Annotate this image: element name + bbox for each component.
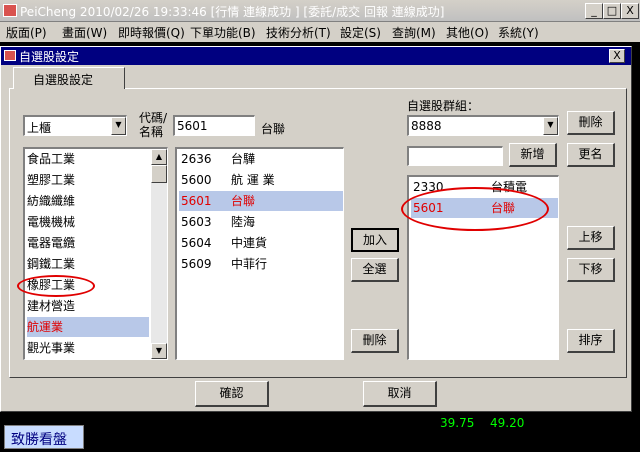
stock-name: 陸海 <box>231 215 256 229</box>
dialog-close-button[interactable]: X <box>609 49 625 63</box>
stock-code: 2330 <box>413 180 444 194</box>
table-row-selected[interactable]: 5601 台聯 <box>179 191 343 211</box>
scroll-down-icon[interactable]: ▼ <box>151 343 167 359</box>
stock-name: 台積電 <box>491 180 528 194</box>
ok-button[interactable]: 確認 <box>195 381 269 407</box>
stock-code: 2636 <box>181 152 212 166</box>
stock-code: 5601 <box>413 201 444 215</box>
bottom-tab-label: 致勝看盤 <box>11 432 67 448</box>
code-input[interactable]: 5601 <box>173 115 255 136</box>
app-icon <box>3 4 17 17</box>
stock-name: 台驊 <box>231 152 256 166</box>
minimize-button[interactable]: _ <box>585 3 603 19</box>
stock-code: 5600 <box>181 173 212 187</box>
dialog-icon <box>4 50 16 61</box>
stock-code: 5603 <box>181 215 212 229</box>
new-group-button[interactable]: 新增 <box>509 143 557 167</box>
table-row-selected[interactable]: 5601 台聯 <box>411 198 558 218</box>
delete-group-button[interactable]: 刪除 <box>567 111 615 135</box>
list-item[interactable]: 塑膠工業 <box>27 170 75 190</box>
group-select-value: 8888 <box>411 119 442 133</box>
table-row[interactable]: 5603 陸海 <box>179 212 343 232</box>
dialog-title: 自選股設定 <box>19 50 80 64</box>
table-row[interactable]: 5609 中菲行 <box>179 254 343 274</box>
menu-order[interactable]: 下單功能(B) <box>190 24 256 41</box>
tab-label: 自選股設定 <box>33 73 94 87</box>
list-item-selected[interactable]: 航運業 <box>27 317 149 337</box>
bottom-bar: 39.75 49.20 <box>0 416 640 452</box>
stock-name: 台聯 <box>231 194 256 208</box>
chevron-down-icon[interactable]: ▼ <box>543 117 558 135</box>
code-input-value: 5601 <box>177 119 208 133</box>
industry-list[interactable]: 食品工業 塑膠工業 紡織纖維 電機機械 電器電纜 鋼鐵工業 橡膠工業 建材營造 … <box>23 147 168 360</box>
stock-list[interactable]: 2636 台驊 5600 航 運 業 5601 台聯 5603 陸海 5604 … <box>175 147 344 360</box>
group-label: 自選股群組： <box>407 99 480 113</box>
code-stock-name: 台聯 <box>261 122 286 136</box>
list-item[interactable]: 電機機械 <box>27 212 75 232</box>
menu-system[interactable]: 系統(Y) <box>498 24 539 41</box>
move-up-button[interactable]: 上移 <box>567 226 615 250</box>
dialog-title-bar: 自選股設定 X <box>1 47 631 65</box>
stock-code: 5609 <box>181 257 212 271</box>
stock-name: 中菲行 <box>231 257 268 271</box>
add-button[interactable]: 加入 <box>351 228 399 252</box>
menu-settings[interactable]: 設定(S) <box>340 24 381 41</box>
market-select[interactable]: 上櫃 ▼ <box>23 115 127 136</box>
maximize-button[interactable]: □ <box>603 3 621 19</box>
scroll-up-icon[interactable]: ▲ <box>151 149 167 165</box>
table-row[interactable]: 2330 台積電 <box>411 177 558 197</box>
industry-scrollbar[interactable]: ▲ ▼ <box>151 149 167 359</box>
menu-query[interactable]: 查詢(M) <box>392 24 436 41</box>
stock-name: 台聯 <box>491 201 516 215</box>
menu-window[interactable]: 畫面(W) <box>62 24 107 41</box>
bottom-value: 39.75 <box>440 416 475 430</box>
list-item[interactable]: 鋼鐵工業 <box>27 254 75 274</box>
stock-name: 中連貨 <box>231 236 268 250</box>
chevron-down-icon[interactable]: ▼ <box>111 117 126 135</box>
name-label: 名稱 <box>139 125 164 139</box>
list-item[interactable]: 紡織纖維 <box>27 191 75 211</box>
remove-button[interactable]: 刪除 <box>351 329 399 353</box>
menu-layout[interactable]: 版面(P) <box>6 24 47 41</box>
select-all-button[interactable]: 全選 <box>351 258 399 282</box>
tab-watchlist-settings[interactable]: 自選股設定 <box>13 67 125 89</box>
table-row[interactable]: 5604 中連貨 <box>179 233 343 253</box>
list-item[interactable]: 電器電纜 <box>27 233 75 253</box>
app-title: PeiCheng 2010/02/26 19:33:46 [行情 連線成功 ] … <box>20 5 445 19</box>
menu-bar: 版面(P) 畫面(W) 即時報價(Q) 下單功能(B) 技術分析(T) 設定(S… <box>0 22 640 42</box>
sort-button[interactable]: 排序 <box>567 329 615 353</box>
rename-group-button[interactable]: 更名 <box>567 143 615 167</box>
group-select[interactable]: 8888 ▼ <box>407 115 559 136</box>
menu-quotes[interactable]: 即時報價(Q) <box>118 24 185 41</box>
list-item[interactable]: 觀光事業 <box>27 338 75 358</box>
scroll-thumb[interactable] <box>151 165 167 183</box>
menu-technical[interactable]: 技術分析(T) <box>266 24 331 41</box>
list-item[interactable]: 橡膠工業 <box>27 275 75 295</box>
table-row[interactable]: 2636 台驊 <box>179 149 343 169</box>
stock-code: 5604 <box>181 236 212 250</box>
app-title-bar: PeiCheng 2010/02/26 19:33:46 [行情 連線成功 ] … <box>0 0 640 22</box>
watchlist-dialog: 自選股設定 X 自選股設定 上櫃 ▼ 代碼/ 名稱 5601 台聯 自選股群組：… <box>0 46 632 412</box>
group-stock-list[interactable]: 2330 台積電 5601 台聯 <box>407 175 559 360</box>
list-item[interactable]: 食品工業 <box>27 149 75 169</box>
cancel-button[interactable]: 取消 <box>363 381 437 407</box>
new-group-input[interactable] <box>407 146 503 166</box>
app-close-button[interactable]: X <box>621 3 639 19</box>
move-down-button[interactable]: 下移 <box>567 258 615 282</box>
menu-other[interactable]: 其他(O) <box>446 24 489 41</box>
bottom-tab[interactable]: 致勝看盤 <box>4 425 84 449</box>
table-row[interactable]: 5600 航 運 業 <box>179 170 343 190</box>
market-select-value: 上櫃 <box>27 121 52 135</box>
bottom-value: 49.20 <box>490 416 525 430</box>
stock-name: 航 運 業 <box>231 173 275 187</box>
stock-code: 5601 <box>181 194 212 208</box>
list-item[interactable]: 建材營造 <box>27 296 75 316</box>
